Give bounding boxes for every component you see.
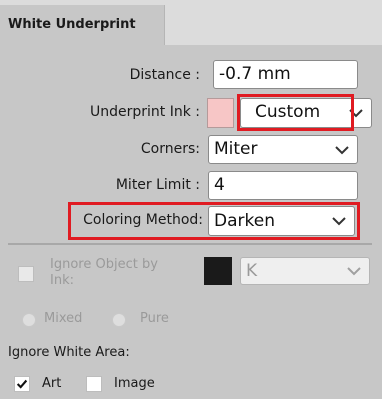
- tab-label: White Underprint: [8, 17, 136, 32]
- ignore-by-ink-label: Ignore Object by Ink:: [50, 257, 158, 289]
- chevron-down-icon: [332, 217, 346, 226]
- pure-radio[interactable]: [112, 313, 126, 327]
- ignore-ink-select[interactable]: K: [240, 257, 370, 285]
- chevron-down-icon: [347, 267, 361, 276]
- corners-label: Corners:: [140, 141, 200, 157]
- corners-value: Miter: [214, 139, 258, 159]
- ink-highlight-box: [237, 94, 354, 131]
- distance-label: Distance :: [129, 67, 200, 83]
- coloring-method-select[interactable]: Darken: [208, 206, 355, 236]
- miter-limit-label: Miter Limit :: [115, 177, 200, 193]
- ignore-by-ink-label-line2: Ink:: [50, 273, 74, 288]
- pure-label: Pure: [140, 311, 169, 326]
- tab-bar: White Underprint: [0, 0, 382, 45]
- ignore-by-ink-checkbox[interactable]: [18, 266, 34, 282]
- tab-white-underprint[interactable]: White Underprint: [0, 5, 165, 45]
- checkmark-icon: [16, 379, 28, 389]
- coloring-method-label: Coloring Method:: [83, 212, 203, 228]
- art-checkbox[interactable]: [14, 376, 30, 392]
- section-divider: [8, 243, 372, 245]
- miter-limit-input[interactable]: 4: [208, 171, 358, 200]
- image-checkbox[interactable]: [86, 376, 102, 392]
- coloring-method-value: Darken: [214, 211, 275, 231]
- underprint-panel: Distance : -0.7 mm Underprint Ink : Cust…: [0, 45, 382, 399]
- ignore-white-area-title: Ignore White Area:: [8, 345, 130, 360]
- corners-select[interactable]: Miter: [208, 135, 358, 164]
- art-label: Art: [42, 376, 62, 391]
- underprint-ink-label: Underprint Ink :: [90, 104, 200, 120]
- ignore-by-ink-label-line1: Ignore Object by: [50, 257, 158, 272]
- distance-input[interactable]: -0.7 mm: [213, 60, 358, 89]
- ink-color-swatch[interactable]: [207, 98, 234, 128]
- chevron-down-icon: [335, 145, 349, 154]
- ignore-ink-color-swatch[interactable]: [204, 257, 232, 285]
- mixed-label: Mixed: [44, 311, 83, 326]
- mixed-radio[interactable]: [22, 313, 36, 327]
- image-label: Image: [114, 376, 155, 391]
- ignore-ink-value: K: [246, 261, 258, 281]
